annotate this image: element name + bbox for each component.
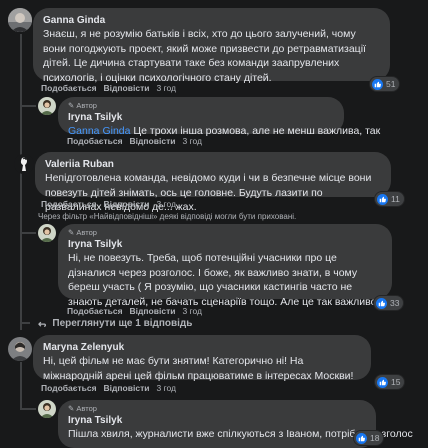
thread-connector <box>20 105 36 107</box>
comment-bubble: Ganna Ginda Знаєш, я не розумію батьків … <box>33 8 390 84</box>
comment-bubble: ✎ Автор Iryna Tsilyk Ні, не повезуть. Тр… <box>58 224 392 308</box>
like-icon <box>372 78 383 90</box>
reaction-count[interactable]: 51 <box>370 77 400 91</box>
pencil-icon: ✎ <box>68 101 75 110</box>
thread-connector <box>20 232 36 234</box>
comment-time[interactable]: 3 год <box>182 306 202 316</box>
filter-notice: Через фільтр «Найвідповідніші» деякі від… <box>38 212 297 221</box>
comment-actions: Подобається Відповісти 3 год <box>41 383 176 394</box>
author-badge: ✎ Автор <box>68 101 97 110</box>
reply-button[interactable]: Відповісти <box>104 83 150 93</box>
avatar-photo <box>38 224 56 242</box>
thread-connector <box>20 408 36 410</box>
avatar[interactable] <box>8 337 32 361</box>
comment-time[interactable]: 3 год <box>156 199 176 209</box>
comment-bubble: Valeriia Ruban Непідготовлена команда, н… <box>35 152 391 213</box>
comment-author[interactable]: Iryna Tsilyk <box>68 238 382 251</box>
comment-author[interactable]: Iryna Tsilyk <box>68 414 366 427</box>
reply-button[interactable]: Відповісти <box>104 383 150 393</box>
avatar-photo <box>14 154 34 174</box>
comment-time[interactable]: 3 год <box>182 136 202 146</box>
like-icon <box>377 376 388 388</box>
comment-author[interactable]: Iryna Tsilyk <box>68 111 334 124</box>
thread-line <box>20 362 22 410</box>
comment-author[interactable]: Maryna Zelenyuk <box>43 341 361 354</box>
reaction-count[interactable]: 11 <box>375 192 404 206</box>
pencil-icon: ✎ <box>68 228 75 237</box>
comment-actions: Подобається Відповісти 3 год <box>41 83 176 94</box>
like-button[interactable]: Подобається <box>41 83 97 93</box>
reaction-number: 18 <box>370 433 380 443</box>
like-icon <box>376 297 387 309</box>
like-button[interactable]: Подобається <box>67 136 123 146</box>
avatar[interactable] <box>38 97 56 115</box>
comment-text: Ні, цей фільм не має бути знятим! Катего… <box>43 355 354 382</box>
reaction-number: 15 <box>391 377 401 387</box>
reply-button[interactable]: Відповісти <box>104 199 150 209</box>
like-icon <box>377 193 388 205</box>
reply-button[interactable]: Відповісти <box>130 306 176 316</box>
comment-actions: Подобається Відповісти 3 год <box>67 306 202 317</box>
comment-author[interactable]: Ganna Ginda <box>43 14 380 27</box>
like-button[interactable]: Подобається <box>41 383 97 393</box>
reply-arrow-icon: ↩ <box>38 318 47 329</box>
author-badge: ✎ Автор <box>68 404 97 413</box>
comment-text: Знаєш, я не розумію батьків і всіх, хто … <box>43 28 366 84</box>
comment-time[interactable]: 3 год <box>156 83 176 93</box>
reaction-number: 51 <box>386 79 396 89</box>
reply-button[interactable]: Відповісти <box>130 136 176 146</box>
comment-actions: Подобається Відповісти 3 год <box>41 199 176 210</box>
comment-time[interactable]: 3 год <box>156 383 176 393</box>
comment-text: Ні, не повезуть. Треба, щоб потенційні у… <box>68 252 377 308</box>
view-more-replies[interactable]: ↩ Переглянути ще 1 відповідь <box>38 318 192 329</box>
reaction-count[interactable]: 33 <box>374 296 404 310</box>
author-badge: ✎ Автор <box>68 228 97 237</box>
reaction-count[interactable]: 15 <box>375 375 405 389</box>
avatar[interactable] <box>38 224 56 242</box>
avatar[interactable] <box>38 400 56 418</box>
like-icon <box>356 432 367 444</box>
comment-actions: Подобається Відповісти 3 год <box>67 136 202 147</box>
thread-line <box>20 34 22 330</box>
avatar[interactable] <box>14 154 34 174</box>
avatar-photo <box>8 8 32 32</box>
pencil-icon: ✎ <box>68 404 75 413</box>
thread-connector <box>20 322 30 324</box>
avatar-photo <box>8 337 32 361</box>
reaction-count[interactable]: 18 <box>354 431 384 445</box>
avatar[interactable] <box>8 8 32 32</box>
reaction-number: 11 <box>391 194 400 204</box>
reaction-number: 33 <box>390 298 400 308</box>
comment-bubble: Maryna Zelenyuk Ні, цей фільм не має бут… <box>33 335 371 382</box>
comment-author[interactable]: Valeriia Ruban <box>45 158 381 171</box>
comment-text: Пішла хвиля, журналисти вже спілкуються … <box>68 428 413 440</box>
like-button[interactable]: Подобається <box>41 199 97 209</box>
like-button[interactable]: Подобається <box>67 306 123 316</box>
avatar-photo <box>38 400 56 418</box>
avatar-photo <box>38 97 56 115</box>
comment-bubble: ✎ Автор Iryna Tsilyk Ganna Ginda Це трох… <box>58 97 380 137</box>
